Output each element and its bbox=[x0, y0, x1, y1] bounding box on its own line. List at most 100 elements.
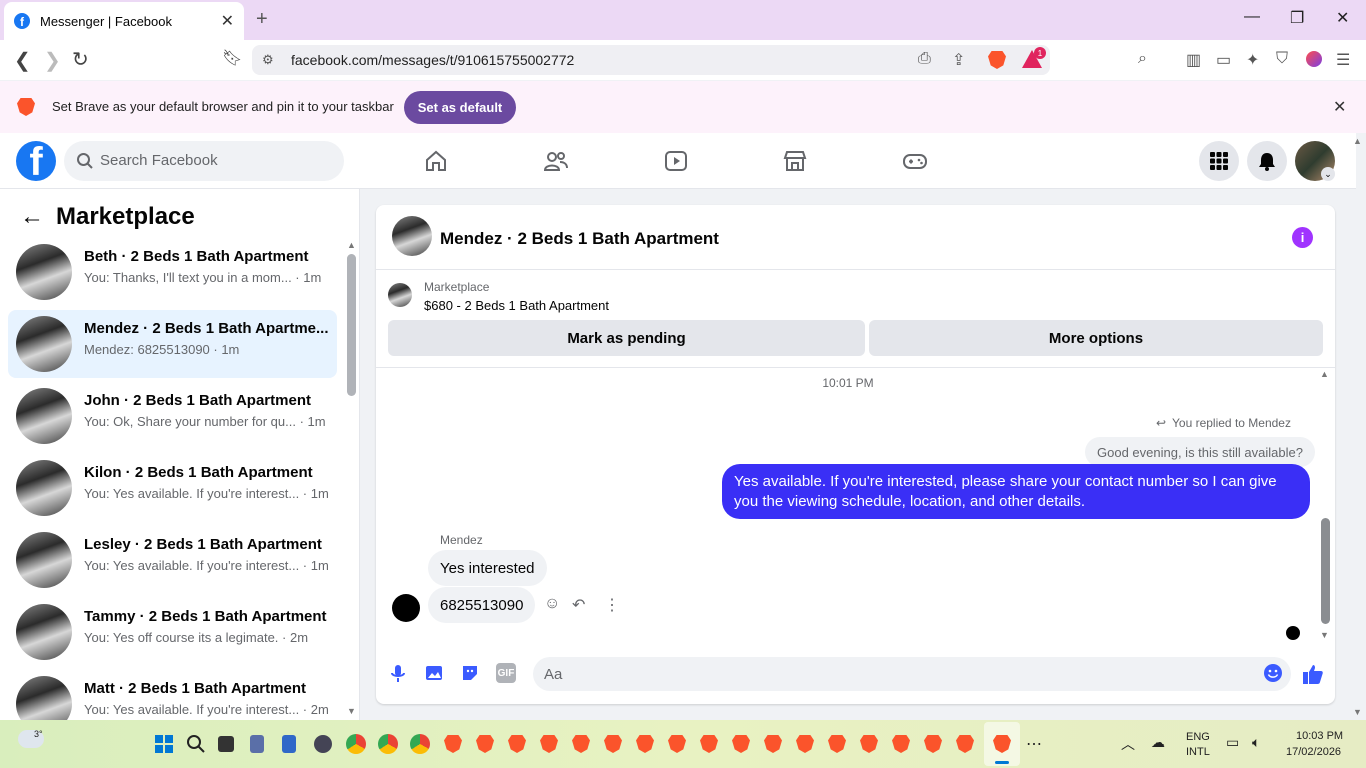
listing-price[interactable]: $680 - 2 Beds 1 Bath Apartment bbox=[424, 298, 609, 313]
replied-to-label: You replied to Mendez bbox=[1172, 416, 1291, 430]
watch-icon[interactable] bbox=[663, 148, 689, 174]
set-default-button[interactable]: Set as default bbox=[404, 91, 516, 124]
conversation-preview: You: Thanks, I'll text you in a mom... ·… bbox=[84, 270, 322, 285]
friends-icon[interactable] bbox=[543, 148, 569, 174]
chat-title[interactable]: Mendez · 2 Beds 1 Bath Apartment bbox=[440, 229, 719, 249]
chrome-icon[interactable] bbox=[346, 734, 366, 754]
back-icon[interactable]: ❮ bbox=[14, 48, 31, 73]
app-icon[interactable] bbox=[314, 735, 332, 753]
url-text: facebook.com/messages/t/910615755002772 bbox=[291, 52, 575, 68]
keyboard-layout-label[interactable]: INTL bbox=[1186, 746, 1210, 758]
share-icon[interactable]: ⇪ bbox=[952, 50, 965, 70]
notifications-button[interactable] bbox=[1247, 141, 1287, 181]
calculator-icon[interactable] bbox=[250, 735, 264, 753]
browser-tab[interactable]: f Messenger | Facebook ✕ bbox=[4, 2, 244, 40]
sidebar-icon[interactable]: ▥ bbox=[1186, 50, 1201, 70]
close-infobar-icon[interactable]: ✕ bbox=[1333, 97, 1346, 117]
new-tab-button[interactable]: + bbox=[256, 8, 268, 31]
page-scroll-up-icon[interactable]: ▲ bbox=[1353, 136, 1362, 146]
notepad-icon[interactable] bbox=[282, 735, 296, 753]
gif-icon[interactable]: GIF bbox=[496, 663, 516, 683]
emoji-icon[interactable] bbox=[1263, 663, 1283, 683]
sender-avatar[interactable] bbox=[392, 594, 420, 622]
chrome-icon[interactable] bbox=[410, 734, 430, 754]
mark-as-pending-button[interactable]: Mark as pending bbox=[388, 320, 865, 356]
forward-icon[interactable]: ❯ bbox=[44, 48, 61, 73]
outgoing-message[interactable]: Yes available. If you're interested, ple… bbox=[722, 464, 1310, 519]
chat-listing-thumbnail[interactable] bbox=[392, 216, 432, 256]
task-view-icon[interactable] bbox=[218, 736, 234, 752]
language-label[interactable]: ENG bbox=[1186, 731, 1210, 743]
list-scroll-down-icon[interactable]: ▼ bbox=[347, 706, 356, 716]
clock-time[interactable]: 10:03 PM bbox=[1296, 730, 1343, 742]
conversation-item[interactable]: Tammy · 2 Beds 1 Bath Apartment You: Yes… bbox=[8, 598, 337, 666]
page-scroll-down-icon[interactable]: ▼ bbox=[1353, 707, 1362, 717]
quoted-message[interactable]: Good evening, is this still available? bbox=[1085, 437, 1315, 467]
marketplace-icon[interactable] bbox=[782, 148, 808, 174]
gaming-icon[interactable] bbox=[902, 148, 928, 174]
home-icon[interactable] bbox=[423, 148, 449, 174]
profile-icon[interactable] bbox=[1306, 51, 1322, 67]
clock-date[interactable]: 17/02/2026 bbox=[1286, 746, 1341, 758]
maximize-icon[interactable]: ❐ bbox=[1290, 8, 1304, 28]
more-options-button[interactable]: More options bbox=[869, 320, 1323, 356]
reload-icon[interactable]: ↻ bbox=[72, 47, 89, 72]
bookmark-icon[interactable]: 🔖︎ bbox=[222, 48, 242, 68]
search-placeholder: Search Facebook bbox=[100, 152, 218, 169]
listing-thumbnail bbox=[16, 532, 72, 588]
react-icon[interactable]: ☺ bbox=[544, 595, 560, 613]
chat-scroll-down-icon[interactable]: ▼ bbox=[1320, 630, 1329, 640]
close-tab-icon[interactable]: ✕ bbox=[221, 11, 234, 31]
chat-scroll-up-icon[interactable]: ▲ bbox=[1320, 369, 1329, 379]
close-window-icon[interactable]: ✕ bbox=[1336, 8, 1349, 28]
cloud-offline-icon[interactable]: ☁ bbox=[1151, 734, 1165, 751]
info-icon[interactable]: i bbox=[1292, 227, 1313, 248]
incoming-message[interactable]: Yes interested bbox=[428, 550, 547, 586]
menu-grid-button[interactable] bbox=[1199, 141, 1239, 181]
conversation-item[interactable]: Beth · 2 Beds 1 Bath Apartment You: Than… bbox=[8, 238, 337, 306]
volume-icon[interactable]: 🔈︎ bbox=[1252, 734, 1260, 751]
conversation-item[interactable]: Matt · 2 Beds 1 Bath Apartment You: Yes … bbox=[8, 670, 337, 720]
taskbar-overflow-icon[interactable]: ⋯ bbox=[1026, 734, 1042, 754]
list-scroll-up-icon[interactable]: ▲ bbox=[347, 240, 356, 250]
chat-scrollbar[interactable] bbox=[1321, 518, 1330, 624]
install-app-icon[interactable]: ⎙ bbox=[918, 50, 931, 68]
listing-thumbnail bbox=[16, 460, 72, 516]
photo-icon[interactable] bbox=[424, 663, 444, 683]
message-timestamp: 10:01 PM bbox=[822, 376, 874, 390]
site-settings-icon[interactable]: ⚙ bbox=[262, 52, 274, 68]
tray-chevron-up-icon[interactable]: ︿ bbox=[1121, 734, 1135, 754]
conversation-item-active[interactable]: Mendez · 2 Beds 1 Bath Apartme... Mendez… bbox=[8, 310, 337, 378]
taskbar-search-icon[interactable] bbox=[186, 734, 206, 754]
conversation-item[interactable]: Kilon · 2 Beds 1 Bath Apartment You: Yes… bbox=[8, 454, 337, 522]
chevron-down-icon[interactable]: ⌄ bbox=[1321, 167, 1335, 181]
weather-temp: 3° bbox=[34, 729, 43, 739]
back-arrow-icon[interactable]: ← bbox=[20, 203, 44, 231]
leo-ai-icon[interactable]: ✦ bbox=[1246, 50, 1259, 70]
menu-icon[interactable]: ☰ bbox=[1336, 50, 1350, 70]
incoming-message[interactable]: 6825513090 bbox=[428, 587, 536, 623]
reply-arrow-icon: ↩ bbox=[1156, 416, 1167, 430]
message-input[interactable] bbox=[533, 657, 1291, 691]
wallet-icon[interactable]: ▭ bbox=[1216, 50, 1231, 70]
reader-mode-icon[interactable]: ⌕ bbox=[1138, 50, 1147, 68]
reply-icon[interactable]: ↶ bbox=[572, 595, 585, 615]
more-actions-icon[interactable]: ⋮ bbox=[604, 595, 620, 615]
thumbs-up-icon[interactable] bbox=[1302, 663, 1324, 685]
conversation-name: Mendez · 2 Beds 1 Bath Apartme... bbox=[84, 320, 329, 337]
conversation-name: Kilon · 2 Beds 1 Bath Apartment bbox=[84, 464, 313, 481]
minimize-icon[interactable]: — bbox=[1244, 8, 1260, 26]
conversation-preview: You: Ok, Share your number for qu... · 1… bbox=[84, 414, 326, 429]
conversation-preview: You: Yes available. If you're interest..… bbox=[84, 486, 329, 501]
conversation-list-scrollbar[interactable] bbox=[347, 254, 356, 396]
facebook-logo-icon[interactable]: f bbox=[16, 141, 56, 181]
windows-start-icon[interactable] bbox=[154, 734, 174, 754]
sticker-icon[interactable] bbox=[460, 663, 480, 683]
vpn-icon[interactable]: ⛉ bbox=[1276, 50, 1288, 68]
conversation-item[interactable]: Lesley · 2 Beds 1 Bath Apartment You: Ye… bbox=[8, 526, 337, 594]
network-icon[interactable]: ▭ bbox=[1226, 734, 1239, 751]
conversation-item[interactable]: John · 2 Beds 1 Bath Apartment You: Ok, … bbox=[8, 382, 337, 450]
microphone-icon[interactable] bbox=[388, 663, 408, 683]
conversation-preview: You: Yes available. If you're interest..… bbox=[84, 702, 329, 717]
chrome-icon[interactable] bbox=[378, 734, 398, 754]
